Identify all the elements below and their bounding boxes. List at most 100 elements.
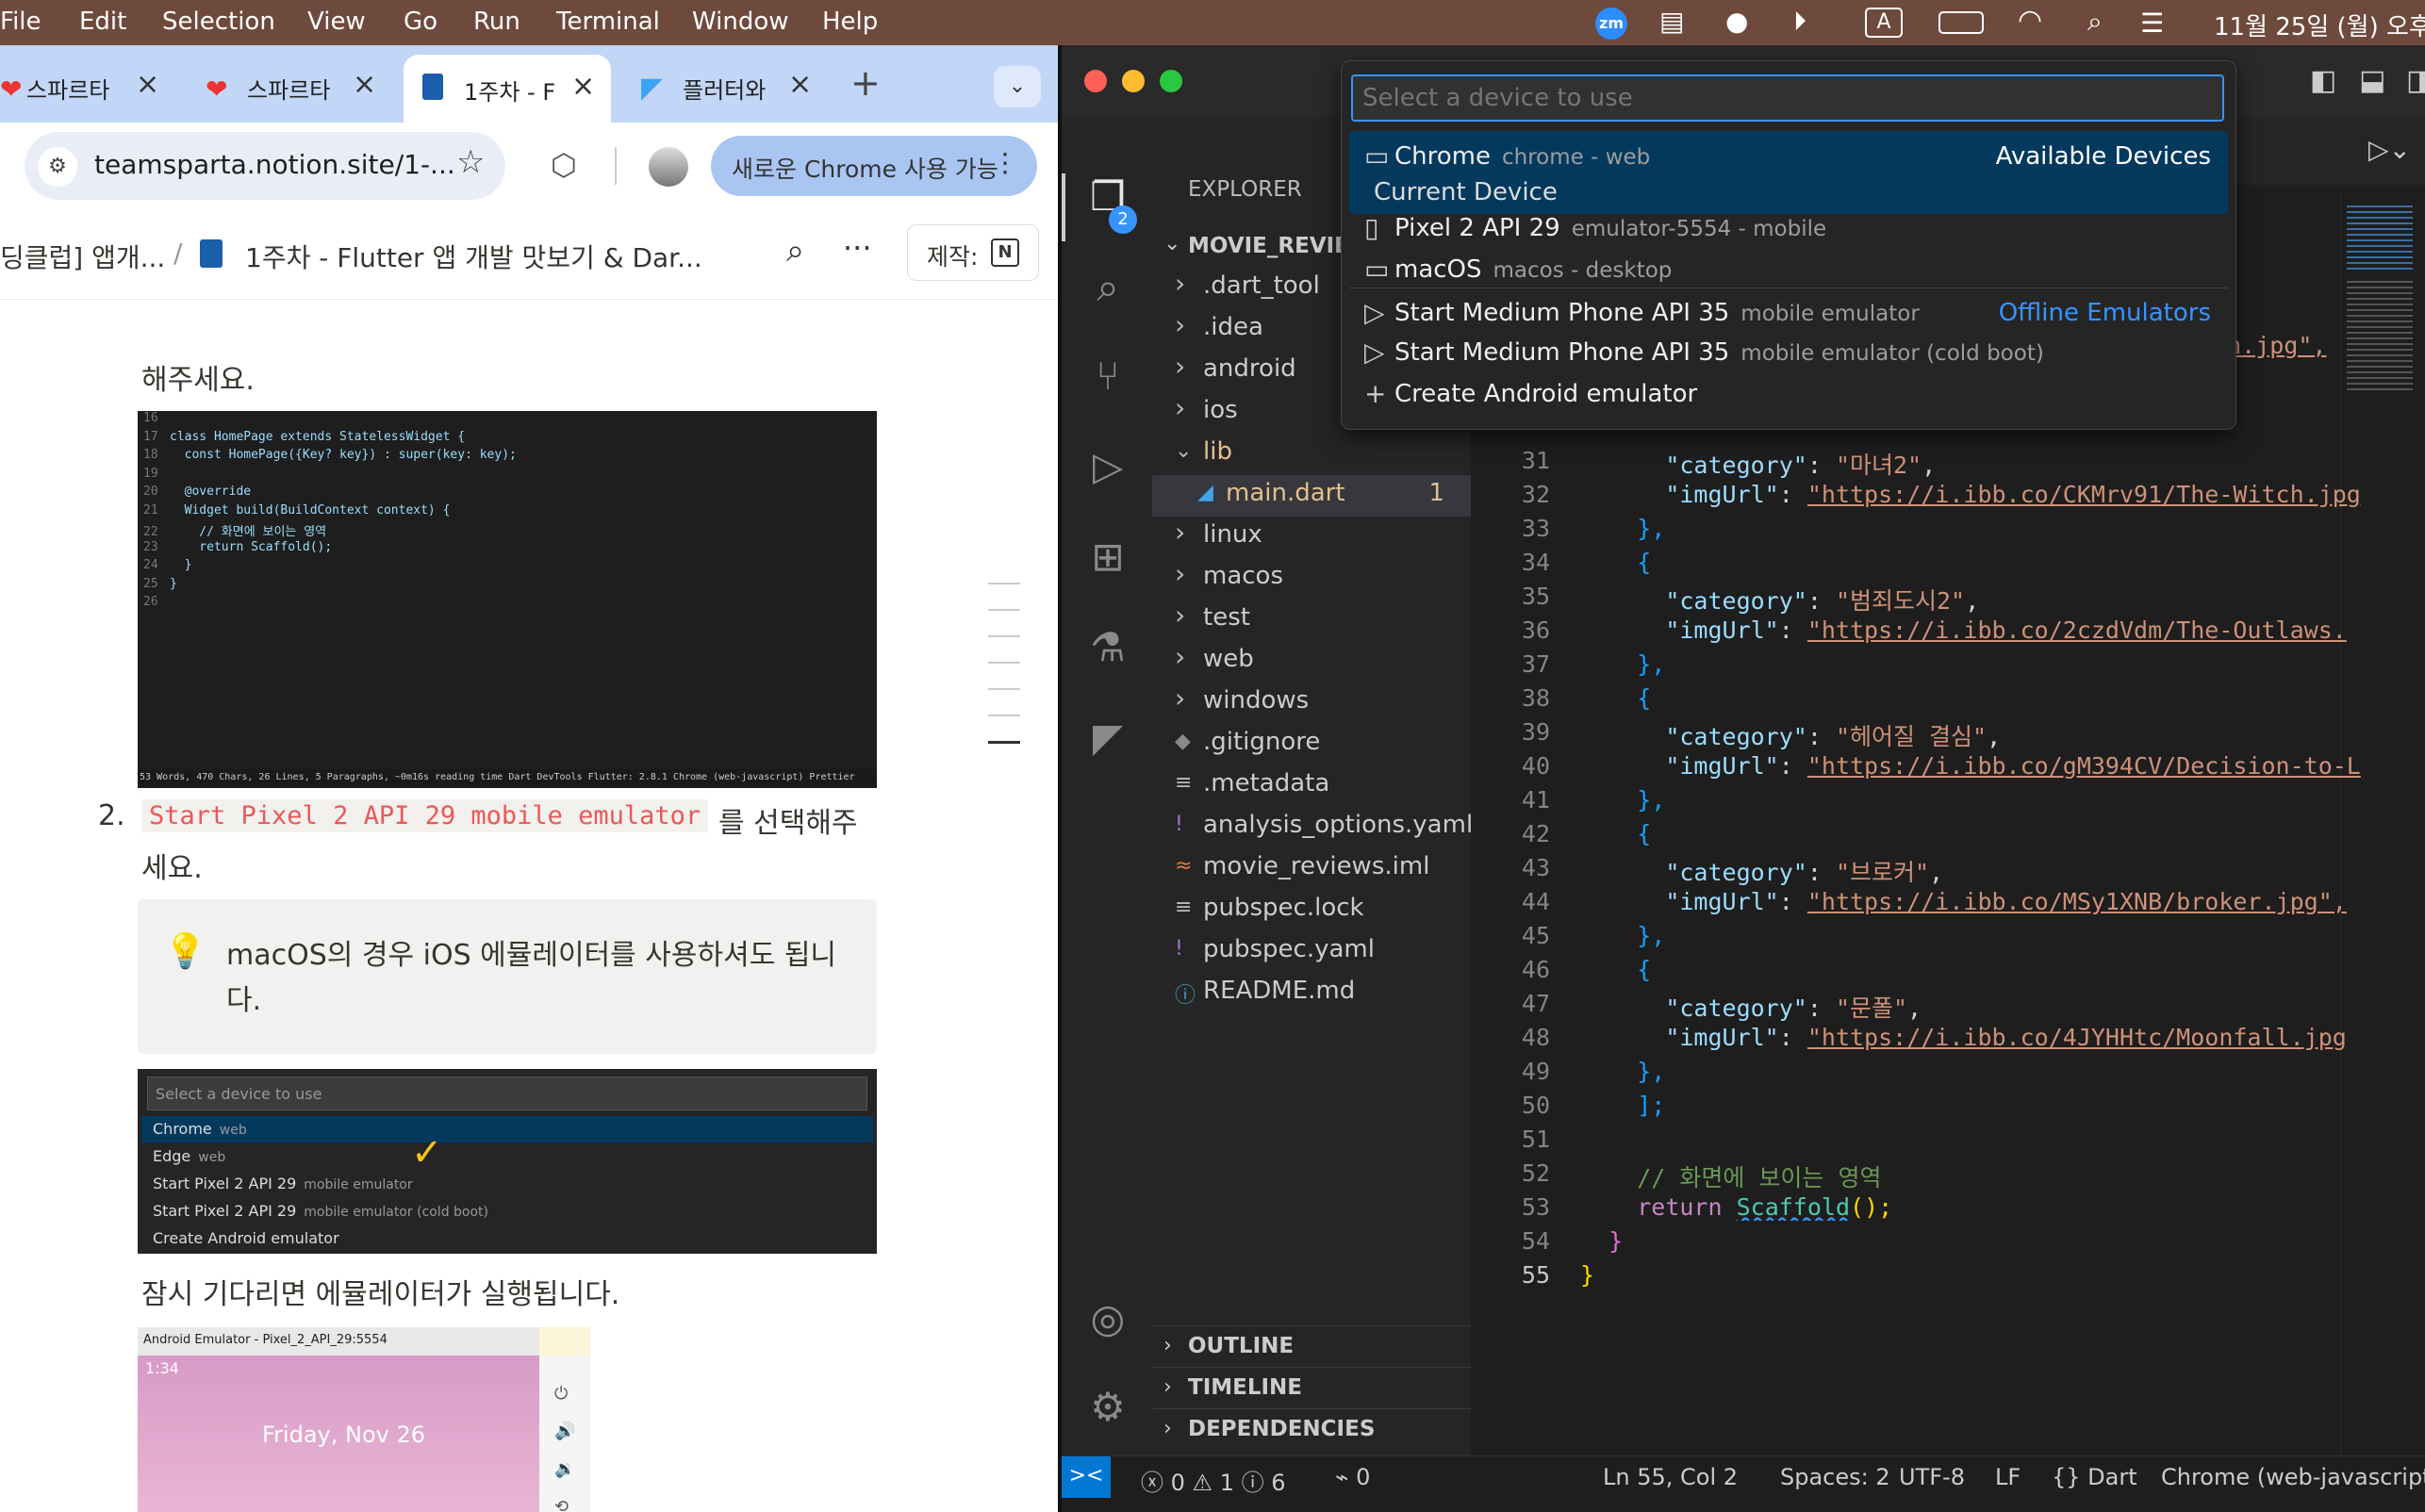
menu-file[interactable]: File bbox=[0, 8, 41, 36]
cursor-position[interactable]: Ln 55, Col 2 bbox=[1603, 1464, 1738, 1490]
tree-file[interactable]: ◆ .gitignore bbox=[1152, 724, 1471, 765]
line-number: 36 bbox=[1521, 616, 1550, 644]
made-with-notion-button[interactable]: 제작: N bbox=[907, 224, 1039, 281]
search-icon[interactable]: ⌕ bbox=[2087, 6, 2103, 38]
dependencies-panel-header[interactable]: › DEPENDENCIES bbox=[1152, 1408, 1471, 1450]
browser-tab[interactable]: ❤ 스파르타 × bbox=[0, 60, 170, 117]
tree-folder[interactable]: › web bbox=[1152, 641, 1471, 682]
line-number: 52 bbox=[1521, 1159, 1550, 1187]
extensions-icon[interactable]: ⊞ bbox=[1084, 534, 1131, 581]
file-type-icon: ! bbox=[1175, 813, 1183, 836]
breadcrumb-parent[interactable]: 딩클럽] 앱개... bbox=[0, 238, 165, 275]
zoom-window-button[interactable] bbox=[1160, 70, 1182, 92]
tree-file[interactable]: ◢ main.dart 1 bbox=[1152, 475, 1471, 517]
flutter-device[interactable]: Chrome (web-javascript) bbox=[2161, 1464, 2425, 1490]
close-icon[interactable]: × bbox=[353, 68, 376, 101]
flutter-icon[interactable]: ◤ bbox=[1084, 715, 1131, 762]
extensions-icon[interactable]: ⬡ bbox=[551, 147, 577, 183]
device-option[interactable]: ▭ Chrome chrome - web Available Devices Curr… bbox=[1353, 137, 2224, 206]
menu-go[interactable]: Go bbox=[404, 8, 437, 36]
outline-panel-header[interactable]: › OUTLINE bbox=[1152, 1325, 1471, 1367]
toggle-secondary-sidebar-icon[interactable]: ◨ bbox=[2406, 64, 2425, 97]
notes-icon[interactable]: ▤ bbox=[1659, 6, 1684, 37]
tree-folder[interactable]: › test bbox=[1152, 600, 1471, 641]
indentation[interactable]: Spaces: 2 bbox=[1780, 1464, 1890, 1490]
menu-edit[interactable]: Edit bbox=[79, 8, 126, 36]
browser-tab[interactable]: ◤ 플러터와 × bbox=[622, 60, 830, 117]
device-option[interactable]: ▯ Pixel 2 API 29 emulator-5554 - mobile bbox=[1353, 208, 2224, 250]
close-icon[interactable]: × bbox=[788, 68, 812, 101]
volume-up-icon[interactable]: 🔊 bbox=[554, 1422, 575, 1441]
device-option[interactable]: ▷ Start Medium Phone API 35 mobile emulato… bbox=[1353, 293, 2224, 335]
menu-terminal[interactable]: Terminal bbox=[556, 8, 660, 36]
tree-file[interactable]: ≡ .metadata bbox=[1152, 765, 1471, 807]
timeline-panel-header[interactable]: › TIMELINE bbox=[1152, 1367, 1471, 1408]
browser-tab[interactable]: ❤ 스파르타 × bbox=[198, 60, 387, 117]
avatar[interactable] bbox=[649, 147, 688, 187]
manage-gear-icon[interactable]: ⚙ bbox=[1084, 1384, 1131, 1431]
tree-folder[interactable]: › macos bbox=[1152, 558, 1471, 600]
device-search-input[interactable] bbox=[1351, 74, 2224, 122]
account-icon[interactable]: ◎ bbox=[1084, 1295, 1131, 1342]
tree-file[interactable]: ! analysis_options.yaml bbox=[1152, 807, 1473, 848]
toc-marks[interactable] bbox=[988, 583, 1020, 744]
source-control-icon[interactable]: ⑂ bbox=[1084, 353, 1131, 400]
line-number: 23 bbox=[143, 539, 158, 554]
device-option[interactable]: + Create Android emulator bbox=[1353, 374, 2224, 416]
menu-window[interactable]: Window bbox=[692, 8, 789, 36]
chrome-update-button[interactable]: 새로운 Chrome 사용 가능 ⋮ bbox=[711, 136, 1037, 196]
encoding[interactable]: UTF-8 bbox=[1899, 1464, 1965, 1490]
toggle-panel-icon[interactable]: ⬓ bbox=[2359, 64, 2385, 97]
tree-folder[interactable]: ⌄ lib bbox=[1152, 434, 1471, 475]
tree-folder[interactable]: › windows bbox=[1152, 682, 1471, 724]
tree-file[interactable]: ⓘ README.md bbox=[1152, 973, 1471, 1014]
run-icon[interactable]: ▷⌄ bbox=[2368, 134, 2411, 165]
control-center-icon[interactable]: ☰ bbox=[2140, 8, 2164, 39]
input-source-icon[interactable]: A bbox=[1865, 8, 1903, 38]
close-icon[interactable]: × bbox=[136, 68, 159, 101]
tree-folder[interactable]: › linux bbox=[1152, 517, 1471, 558]
option-description: emulator-5554 - mobile bbox=[1571, 217, 1827, 241]
site-info-icon[interactable]: ⚙ bbox=[38, 147, 77, 187]
menu-view[interactable]: View bbox=[307, 8, 366, 36]
tab-search-button[interactable]: ⌄ bbox=[994, 66, 1041, 107]
tree-file[interactable]: ! pubspec.yaml bbox=[1152, 931, 1471, 973]
close-icon[interactable]: × bbox=[571, 70, 595, 103]
search-icon[interactable]: ⌕ bbox=[786, 232, 804, 270]
problems-indicator[interactable]: ⓧ 0 ⚠ 1 ⓘ 6 bbox=[1141, 1464, 1286, 1497]
play-circle-icon[interactable]: ⏵ bbox=[1793, 6, 1806, 38]
remote-indicator[interactable]: >< bbox=[1062, 1456, 1111, 1498]
volume-down-icon[interactable]: 🔉 bbox=[554, 1459, 575, 1479]
minimize-window-button[interactable] bbox=[1122, 70, 1145, 92]
browser-tab-active[interactable]: 1주차 - F × bbox=[404, 55, 611, 123]
zoom-icon[interactable]: zm bbox=[1595, 8, 1627, 40]
more-icon[interactable]: ··· bbox=[843, 230, 872, 266]
eol[interactable]: LF bbox=[1995, 1464, 2021, 1490]
run-debug-icon[interactable]: ▷ bbox=[1084, 443, 1131, 490]
star-icon[interactable]: ☆ bbox=[456, 143, 485, 181]
search-icon[interactable]: ⌕ bbox=[1084, 264, 1131, 311]
menu-selection[interactable]: Selection bbox=[162, 8, 275, 36]
power-icon[interactable]: ⏻ bbox=[554, 1384, 568, 1404]
clock[interactable]: 11월 25일 (월) 오후 bbox=[2214, 8, 2425, 42]
menu-run[interactable]: Run bbox=[473, 8, 520, 36]
ports-indicator[interactable]: ⌁ 0 bbox=[1335, 1464, 1370, 1490]
url-text[interactable]: teamsparta.notion.site/1-... bbox=[94, 149, 455, 180]
language-mode[interactable]: {} Dart bbox=[2052, 1464, 2137, 1490]
chat-icon[interactable]: ● bbox=[1725, 6, 1748, 37]
rotate-icon[interactable]: ⟲ bbox=[554, 1497, 569, 1512]
toggle-sidebar-icon[interactable]: ◧ bbox=[2310, 64, 2336, 97]
device-option[interactable]: ▭ macOS macos - desktop bbox=[1353, 250, 2224, 291]
menu-help[interactable]: Help bbox=[822, 8, 878, 36]
testing-icon[interactable]: ⚗ bbox=[1084, 624, 1131, 671]
close-window-button[interactable] bbox=[1084, 70, 1107, 92]
device-option[interactable]: ▷ Start Medium Phone API 35 mobile emulato… bbox=[1353, 333, 2224, 374]
address-bar[interactable]: ⚙ teamsparta.notion.site/1-... ☆ bbox=[25, 132, 505, 200]
tree-file[interactable]: ≈ movie_reviews.iml bbox=[1152, 848, 1471, 890]
breadcrumb-current[interactable]: 1주차 - Flutter 앱 개발 맛보기 & Dar... bbox=[245, 238, 702, 275]
new-tab-button[interactable]: + bbox=[850, 62, 881, 104]
battery-icon[interactable] bbox=[1938, 11, 1984, 34]
wifi-icon[interactable]: ◠ bbox=[2018, 4, 2042, 37]
tree-file[interactable]: ≡ pubspec.lock bbox=[1152, 890, 1471, 931]
json-value: "브로커" bbox=[1835, 859, 1930, 886]
